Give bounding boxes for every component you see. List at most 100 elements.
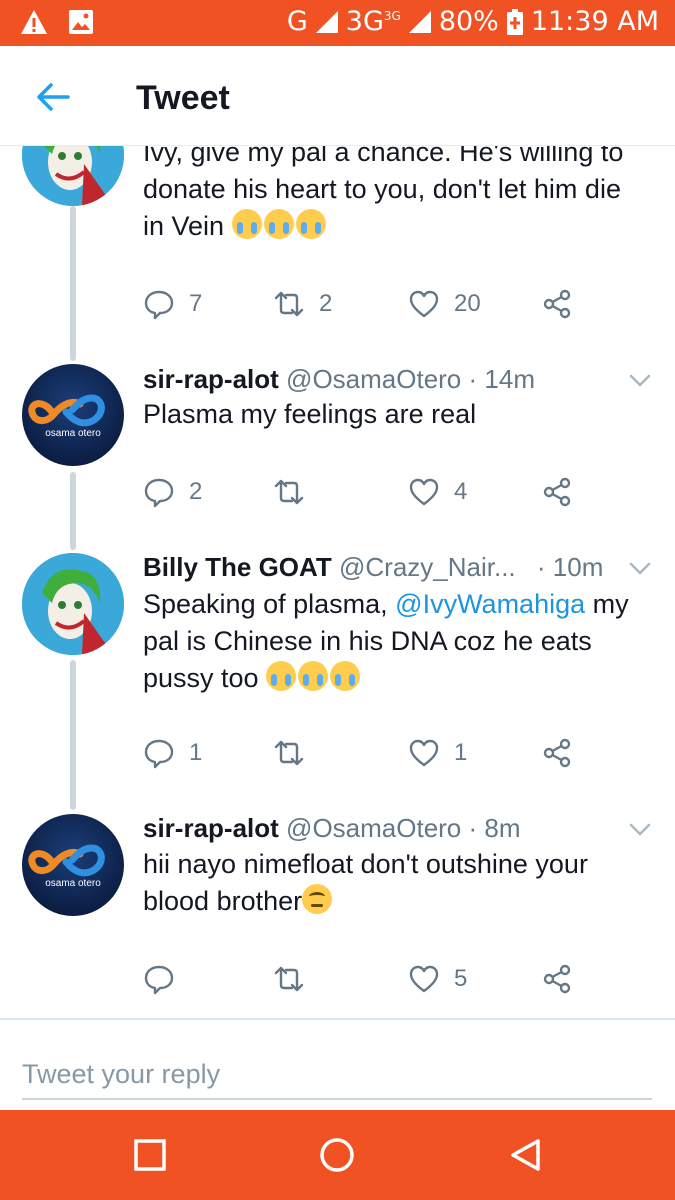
page-title: Tweet [136,79,230,117]
like-button[interactable]: 20 [408,288,481,320]
joker-avatar-icon [22,146,124,206]
avatar[interactable]: osama otero [22,814,124,916]
recents-square-icon[interactable] [132,1137,168,1173]
reply-input[interactable] [22,1050,652,1100]
retweet-icon [274,740,304,766]
crying-emoji [231,209,328,241]
share-icon [543,289,571,319]
infinity-logo-icon: osama otero [28,394,105,439]
avatar[interactable] [22,146,124,206]
signal-icon-2 [408,10,431,33]
user-handle[interactable]: @OsamaOtero [286,364,461,394]
tweet-text: Speaking of plasma, @IvyWamahiga my pal … [143,589,629,693]
tweet-actions: 1 1 [143,737,583,773]
back-triangle-icon[interactable] [508,1137,544,1173]
rolling-eyes-emoji [302,884,333,914]
tweet-actions: 7 2 20 [143,288,583,324]
retweet-button[interactable]: 2 [273,288,332,320]
display-name[interactable]: sir-rap-alot [143,813,279,843]
thread-line [70,472,76,550]
share-icon [543,738,571,768]
like-count: 5 [454,965,468,992]
battery-charging-icon [506,8,523,35]
like-button[interactable]: 1 [408,737,467,769]
tweet-actions: 2 4 [143,476,583,512]
status-right: G 3G3G 80% 11:39 AM [287,6,659,37]
tweet-header: sir-rap-alot @OsamaOtero · 14m [143,364,535,395]
reply-button[interactable]: 7 [143,288,202,320]
mention-link[interactable]: @IvyWamahiga [395,589,585,619]
thread-line [70,206,76,361]
tweet-time: · 10m [536,552,604,582]
retweet-icon [274,291,304,317]
tweet-header: sir-rap-alot @OsamaOtero · 8m [143,813,521,844]
retweet-button[interactable] [273,963,305,995]
chevron-down-icon[interactable] [629,823,651,837]
like-button[interactable]: 5 [408,963,467,995]
reply-button[interactable]: 1 [143,737,202,769]
heart-icon [409,739,439,767]
retweet-button[interactable] [273,737,305,769]
clock: 11:39 AM [530,6,659,37]
warning-icon [21,10,47,34]
infinity-logo-icon: osama otero [28,844,105,889]
retweet-button[interactable] [273,476,305,508]
arrow-left-icon[interactable] [34,82,72,112]
tweet-time: · 8m [468,813,521,843]
reply-composer [0,1020,675,1110]
reply-count: 7 [189,290,203,317]
tweet-header: Billy The GOAT @Crazy_Nair... · 10m [143,552,603,583]
reply-count: 1 [189,739,203,766]
tweet-text: Ivy, give my pal a chance. He's willing … [143,146,624,241]
like-count: 20 [454,290,481,317]
like-count: 1 [454,739,468,766]
reply-button[interactable]: 2 [143,476,202,508]
battery-percent: 80% [438,6,499,37]
tweet-text: hii nayo nimefloat don't outshine your b… [143,849,588,916]
heart-icon [409,965,439,993]
thread-line [70,660,76,810]
heart-icon [409,290,439,318]
status-bar: G 3G3G 80% 11:39 AM [0,0,675,46]
retweet-icon [274,966,304,992]
retweet-count: 2 [319,290,333,317]
joker-avatar-icon [22,553,124,655]
tweet-text: Plasma my feelings are real [143,399,477,429]
signal-icon [315,10,338,33]
like-button[interactable]: 4 [408,476,467,508]
home-circle-icon[interactable] [319,1137,355,1173]
reply-icon [144,739,174,769]
heart-icon [409,478,439,506]
user-handle[interactable]: @OsamaOtero [286,813,461,843]
share-icon [543,477,571,507]
notification-icons [20,9,94,35]
reply-count: 2 [189,478,203,505]
network-type2-label: 3G3G [345,6,401,37]
android-nav-bar [0,1110,675,1200]
tweet-time: · 14m [468,364,535,394]
share-button[interactable] [541,476,573,508]
tweet-actions: 5 [143,963,583,999]
display-name[interactable]: Billy The GOAT [143,552,332,582]
chevron-down-icon[interactable] [629,374,651,388]
reply-icon [144,478,174,508]
share-icon [543,964,571,994]
reply-icon [144,290,174,320]
network-type-label: G [286,6,308,37]
tweet-thread: Ivy, give my pal a chance. He's willing … [0,146,675,1020]
retweet-icon [274,479,304,505]
reply-icon [144,965,174,995]
crying-emoji [266,661,362,693]
app-header: Tweet [0,46,675,146]
share-button[interactable] [541,288,573,320]
display-name[interactable]: sir-rap-alot [143,364,279,394]
image-icon [69,10,93,34]
reply-button[interactable] [143,963,175,995]
svg-text:osama otero: osama otero [45,428,101,439]
share-button[interactable] [541,737,573,769]
chevron-down-icon[interactable] [629,562,651,576]
user-handle[interactable]: @Crazy_Nair... [339,552,516,582]
avatar[interactable]: osama otero [22,364,124,466]
avatar[interactable] [22,553,124,655]
share-button[interactable] [541,963,573,995]
